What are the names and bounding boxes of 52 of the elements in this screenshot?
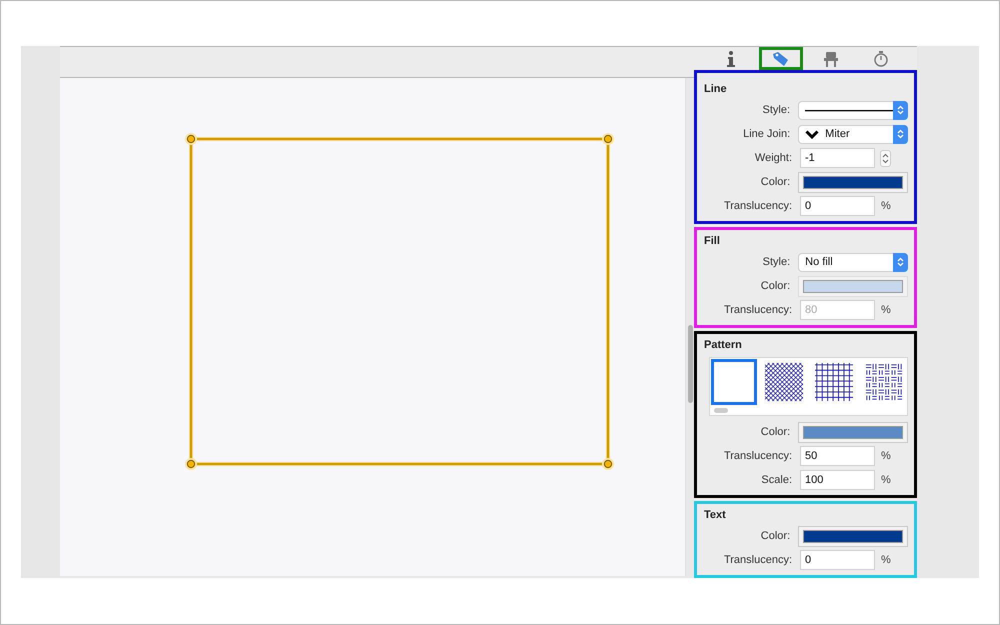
pattern-icon [865, 362, 903, 402]
chair-icon [822, 50, 838, 66]
number-field[interactable]: 100 [800, 470, 875, 490]
color-well[interactable] [798, 422, 908, 442]
pattern-swatch[interactable] [711, 359, 757, 405]
line-style-popup[interactable] [798, 100, 908, 120]
pattern-icon [815, 362, 853, 402]
color-well[interactable] [798, 172, 908, 192]
number-field[interactable]: 50 [800, 446, 875, 466]
field-label: Translucency: [722, 450, 792, 462]
unit-label: % [881, 554, 891, 566]
field-label: Scale: [760, 474, 792, 486]
field-label: Weight: [754, 152, 792, 164]
field-label: Line Join: [742, 128, 790, 140]
popup-button[interactable]: No fill [798, 252, 908, 272]
updown-arrows-icon [882, 152, 889, 164]
unit-label: % [881, 450, 891, 462]
field-label: Color: [760, 530, 790, 542]
color-well[interactable] [798, 526, 908, 546]
number-field[interactable]: 0 [800, 550, 875, 570]
stopwatch-icon [872, 50, 888, 67]
field-label: Style: [761, 104, 790, 116]
updown-arrows-icon [897, 105, 904, 115]
field-label: Style: [762, 256, 790, 268]
field-label: Color: [760, 176, 790, 188]
section-title: Text [704, 509, 726, 523]
section-title: Line [704, 83, 727, 97]
unit-label: % [881, 200, 891, 212]
updown-arrows-icon [897, 129, 904, 139]
popup-button[interactable]: Miter [798, 124, 908, 144]
weight-field[interactable]: -1 [800, 148, 875, 168]
solid-line-icon [805, 108, 893, 112]
unit-label: % [881, 304, 891, 316]
selected-rectangle-drawing[interactable] [185, 133, 614, 470]
updown-arrows-icon [897, 257, 904, 267]
field-label: Color: [760, 426, 790, 438]
scroll-thumb[interactable] [714, 408, 728, 413]
inspector-tab[interactable] [758, 47, 802, 70]
field-label: Translucency: [722, 200, 792, 212]
unit-label: % [881, 474, 891, 486]
section-title: Pattern [704, 339, 742, 353]
field-label: Color: [760, 280, 790, 292]
pattern-icon [765, 362, 803, 402]
info-icon [726, 50, 734, 66]
field-label: Translucency: [722, 554, 792, 566]
number-field[interactable]: 0 [800, 196, 875, 216]
pen-icon [772, 50, 790, 66]
chevron-icon [805, 130, 820, 138]
scroll-thumb[interactable] [688, 325, 693, 403]
section-title: Fill [704, 235, 720, 249]
field-label: Translucency: [722, 304, 792, 316]
stepper-button[interactable] [880, 150, 891, 166]
